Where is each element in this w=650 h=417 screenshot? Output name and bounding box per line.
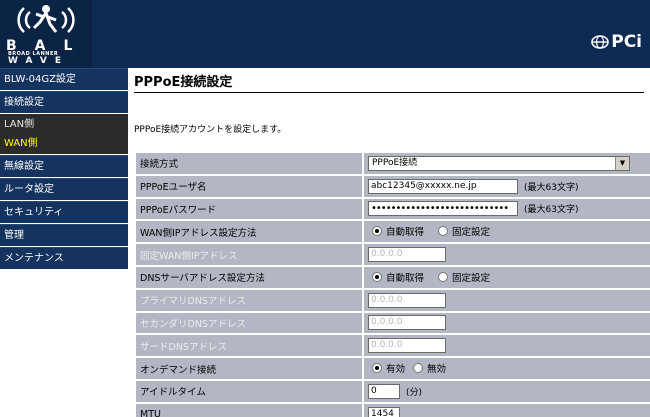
wan-ip-fixed-radio[interactable]: [438, 226, 449, 237]
dropdown-arrow-icon[interactable]: ▼: [615, 156, 629, 170]
connection-method-select[interactable]: PPPoE接続 ▼: [368, 155, 630, 171]
sidebar-subitem-wan[interactable]: WAN側: [0, 133, 128, 154]
sidebar-subitem-lan[interactable]: LAN側: [0, 114, 128, 135]
mtu-label: MTU: [136, 403, 364, 417]
page-description: PPPoE接続アカウントを設定します。: [134, 125, 287, 135]
form-row-on-demand: オンデマンド接続 有効 無効: [136, 358, 650, 379]
secondary-dns-input[interactable]: 0.0.0.0: [368, 315, 446, 331]
form-row-third-dns: サードDNSアドレス 0.0.0.0: [136, 335, 650, 357]
logo-text-wave: WAVE: [8, 56, 69, 66]
wireless-figure-icon: [17, 5, 75, 33]
on-demand-label: オンデマンド接続: [136, 358, 364, 379]
sidebar-item-wireless-settings[interactable]: 無線設定: [0, 155, 128, 177]
form-row-fixed-wan-ip: 固定WAN側IPアドレス 0.0.0.0: [136, 244, 650, 265]
pci-brand-text: PCi: [611, 32, 642, 52]
mtu-input[interactable]: 1454: [368, 406, 400, 417]
third-dns-label: サードDNSアドレス: [136, 335, 364, 357]
password-label: PPPoEパスワード: [136, 198, 364, 220]
idle-time-input[interactable]: 0: [368, 383, 400, 399]
dns-method-radio-group: 自動取得 固定設定: [368, 270, 500, 284]
pppoe-settings-form: 接続方式 PPPoE接続 ▼ PPPoEユーザ名 abc12345@xxxxx.…: [136, 151, 650, 417]
username-input[interactable]: abc12345@xxxxx.ne.jp: [368, 178, 518, 194]
connection-method-label: 接続方式: [136, 153, 364, 174]
form-row-connection-method: 接続方式 PPPoE接続 ▼: [136, 153, 650, 174]
password-input[interactable]: ••••••••••••••••••••••••••••: [368, 201, 518, 217]
form-row-dns-method: DNSサーバアドレス設定方法 自動取得 固定設定: [136, 266, 650, 288]
sidebar-nav: BLW-04GZ設定 接続設定 LAN側 WAN側 無線設定 ルータ設定 セキュ…: [0, 68, 128, 417]
idle-time-label: アイドルタイム: [136, 380, 364, 402]
sidebar-item-security[interactable]: セキュリティ: [0, 201, 128, 223]
form-row-password: PPPoEパスワード •••••••••••••••••••••••••••• (…: [136, 198, 650, 220]
idle-time-unit: (分): [406, 387, 423, 398]
sidebar-item-blw-04gz-settings[interactable]: BLW-04GZ設定: [0, 68, 128, 90]
sidebar-item-maintenance[interactable]: メンテナンス: [0, 247, 128, 269]
wan-ip-fixed-label: 固定設定: [452, 227, 491, 239]
dns-fixed-label: 固定設定: [452, 272, 491, 284]
on-demand-enabled-label: 有効: [386, 364, 406, 376]
username-max-length-note: (最大63文字): [524, 182, 579, 193]
dns-fixed-radio[interactable]: [438, 271, 449, 282]
wan-ip-method-label: WAN側IPアドレス設定方法: [136, 221, 364, 243]
bal-logo: BAL BROAD LANNER WAVE: [0, 0, 92, 68]
pci-brand-logo: PCi: [591, 32, 642, 52]
on-demand-disabled-label: 無効: [427, 364, 447, 376]
on-demand-enabled-radio[interactable]: [372, 363, 382, 374]
connection-method-selected-value: PPPoE接続: [372, 157, 418, 168]
fixed-wan-ip-input[interactable]: 0.0.0.0: [368, 247, 446, 263]
sidebar-item-admin[interactable]: 管理: [0, 224, 128, 246]
secondary-dns-label: セカンダリDNSアドレス: [136, 312, 364, 334]
dns-auto-radio[interactable]: [372, 271, 382, 282]
primary-dns-input[interactable]: 0.0.0.0: [368, 292, 446, 308]
username-label: PPPoEユーザ名: [136, 175, 364, 197]
title-divider: [134, 92, 644, 93]
sidebar-item-connection-settings[interactable]: 接続設定: [0, 91, 128, 113]
form-row-username: PPPoEユーザ名 abc12345@xxxxx.ne.jp (最大63文字): [136, 175, 650, 197]
main-content: PPPoE接続設定 PPPoE接続アカウントを設定します。 接続方式 PPPoE…: [128, 68, 650, 417]
primary-dns-label: プライマリDNSアドレス: [136, 289, 364, 311]
form-row-mtu: MTU 1454: [136, 403, 650, 417]
sidebar-item-router-settings[interactable]: ルータ設定: [0, 178, 128, 200]
dns-method-label: DNSサーバアドレス設定方法: [136, 266, 364, 288]
form-row-wan-ip-method: WAN側IPアドレス設定方法 自動取得 固定設定: [136, 221, 650, 243]
wan-ip-auto-label: 自動取得: [386, 227, 425, 239]
pci-globe-icon: [591, 35, 610, 49]
password-max-length-note: (最大63文字): [524, 205, 579, 216]
page-title: PPPoE接続設定: [134, 75, 233, 90]
dns-auto-label: 自動取得: [386, 272, 425, 284]
on-demand-disabled-radio[interactable]: [413, 363, 424, 374]
third-dns-input[interactable]: 0.0.0.0: [368, 338, 446, 354]
form-row-idle-time: アイドルタイム 0 (分): [136, 380, 650, 402]
on-demand-radio-group: 有効 無効: [368, 361, 456, 375]
form-row-secondary-dns: セカンダリDNSアドレス 0.0.0.0: [136, 312, 650, 334]
wan-ip-auto-radio[interactable]: [372, 226, 382, 237]
fixed-wan-ip-label: 固定WAN側IPアドレス: [136, 244, 364, 265]
form-row-primary-dns: プライマリDNSアドレス 0.0.0.0: [136, 289, 650, 311]
wan-ip-method-radio-group: 自動取得 固定設定: [368, 224, 500, 238]
header-banner: BAL BROAD LANNER WAVE PCi: [0, 0, 650, 68]
